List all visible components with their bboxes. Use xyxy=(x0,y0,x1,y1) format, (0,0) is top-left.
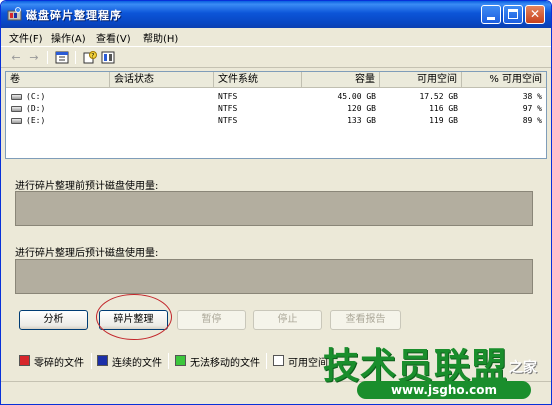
watermark-url: www.jsgho.com xyxy=(357,381,531,399)
column-header-pct-free[interactable]: % 可用空间 xyxy=(462,72,546,88)
volume-pct-free: 97 % xyxy=(522,104,542,113)
svg-text:?: ? xyxy=(91,52,94,59)
menu-help[interactable]: 帮助(H) xyxy=(143,30,178,45)
drive-icon xyxy=(11,118,22,124)
volume-capacity: 120 GB xyxy=(347,104,376,113)
before-usage-label: 进行碎片整理前预计磁盘使用量: xyxy=(15,181,159,192)
window-title: 磁盘碎片整理程序 xyxy=(26,9,122,22)
contiguous-files-swatch xyxy=(97,355,108,366)
legend-separator xyxy=(168,353,169,369)
defrag-app-icon xyxy=(7,7,22,21)
volume-row[interactable]: (E:) NTFS 133 GB 119 GB 89 % xyxy=(6,115,546,127)
minimize-icon xyxy=(487,17,495,20)
after-usage-display xyxy=(15,259,533,294)
help-icon[interactable]: ? xyxy=(83,51,97,64)
defrag-window: 磁盘碎片整理程序 ✕ 文件(F) 操作(A) 查看(V) 帮助(H) ← → ? xyxy=(0,0,552,405)
volume-free-space: 116 GB xyxy=(429,104,458,113)
toolbar: ← → ? xyxy=(1,46,551,68)
legend-separator xyxy=(91,353,92,369)
column-header-free-space[interactable]: 可用空间 xyxy=(380,72,462,88)
after-usage-label: 进行碎片整理后预计磁盘使用量: xyxy=(15,248,159,259)
back-arrow-icon[interactable]: ← xyxy=(9,51,23,64)
drive-icon xyxy=(11,106,22,112)
volume-name: (D:) xyxy=(26,104,46,113)
menu-file[interactable]: 文件(F) xyxy=(9,30,43,45)
toolbar-separator xyxy=(75,51,76,64)
view-report-button[interactable]: 查看报告 xyxy=(330,310,401,330)
volume-free-space: 17.52 GB xyxy=(419,92,458,101)
list-header: 卷 会话状态 文件系统 容量 可用空间 % 可用空间 xyxy=(6,72,546,88)
drive-icon xyxy=(11,94,22,100)
contiguous-files-label: 连续的文件 xyxy=(112,358,162,369)
unmovable-files-swatch xyxy=(175,355,186,366)
volume-list[interactable]: 卷 会话状态 文件系统 容量 可用空间 % 可用空间 (C:) NTFS 45.… xyxy=(5,71,547,159)
legend-separator xyxy=(266,353,267,369)
volume-capacity: 45.00 GB xyxy=(337,92,376,101)
watermark-logo: 技术员联盟 之家 www.jsgho.com xyxy=(323,337,551,404)
volume-capacity: 133 GB xyxy=(347,116,376,125)
fragmented-files-label: 零碎的文件 xyxy=(34,358,84,369)
volume-filesystem: NTFS xyxy=(218,92,238,101)
volume-filesystem: NTFS xyxy=(218,104,238,113)
maximize-icon xyxy=(508,9,518,19)
title-bar[interactable]: 磁盘碎片整理程序 ✕ xyxy=(1,1,551,28)
free-space-label: 可用空间 xyxy=(288,358,328,369)
free-space-swatch xyxy=(273,355,284,366)
volume-pct-free: 89 % xyxy=(522,116,542,125)
menu-view[interactable]: 查看(V) xyxy=(96,30,131,45)
column-header-capacity[interactable]: 容量 xyxy=(302,72,380,88)
volume-name: (C:) xyxy=(26,92,46,101)
watermark-suffix: 之家 xyxy=(509,360,537,376)
stop-button[interactable]: 停止 xyxy=(253,310,322,330)
volume-row[interactable]: (C:) NTFS 45.00 GB 17.52 GB 38 % xyxy=(6,91,546,103)
pause-button[interactable]: 暂停 xyxy=(177,310,246,330)
column-header-volume[interactable]: 卷 xyxy=(6,72,110,88)
column-header-status[interactable]: 会话状态 xyxy=(110,72,214,88)
volume-free-space: 119 GB xyxy=(429,116,458,125)
analyze-button[interactable]: 分析 xyxy=(19,310,88,330)
menu-bar: 文件(F) 操作(A) 查看(V) 帮助(H) xyxy=(1,28,551,45)
fragmented-files-swatch xyxy=(19,355,30,366)
volume-filesystem: NTFS xyxy=(218,116,238,125)
volume-row[interactable]: (D:) NTFS 120 GB 116 GB 97 % xyxy=(6,103,546,115)
volume-pct-free: 38 % xyxy=(522,92,542,101)
highlight-ellipse xyxy=(96,294,172,340)
forward-arrow-icon[interactable]: → xyxy=(27,51,41,64)
maximize-button[interactable] xyxy=(503,5,523,24)
minimize-button[interactable] xyxy=(481,5,501,24)
menu-action[interactable]: 操作(A) xyxy=(51,30,86,45)
view-icon[interactable] xyxy=(101,51,115,64)
column-header-filesystem[interactable]: 文件系统 xyxy=(214,72,302,88)
before-usage-display xyxy=(15,191,533,226)
toolbar-separator xyxy=(47,51,48,64)
volume-name: (E:) xyxy=(26,116,46,125)
properties-icon[interactable] xyxy=(55,51,69,64)
close-icon: ✕ xyxy=(529,7,541,21)
close-button[interactable]: ✕ xyxy=(525,5,545,24)
unmovable-files-label: 无法移动的文件 xyxy=(190,358,260,369)
